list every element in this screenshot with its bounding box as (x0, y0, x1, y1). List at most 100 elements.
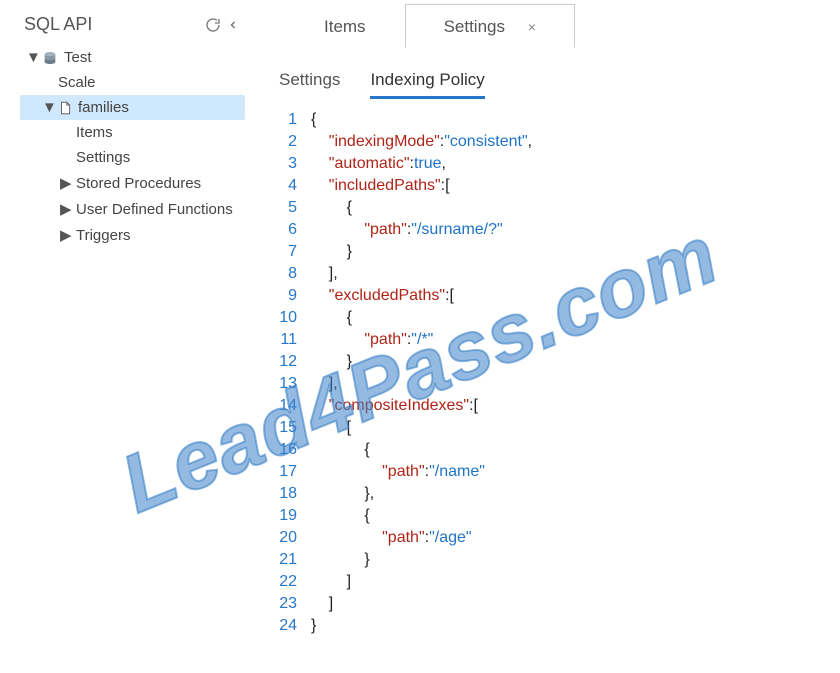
sidebar-header: SQL API (20, 12, 245, 45)
line-content: ], (311, 263, 338, 285)
collapse-icon[interactable] (227, 17, 239, 33)
code-line[interactable]: 17 "path":"/name" (279, 461, 840, 483)
tree-node-udf[interactable]: ▶ User Defined Functions (20, 196, 245, 222)
line-content: { (311, 505, 370, 527)
code-line[interactable]: 18 }, (279, 483, 840, 505)
caret-down-icon[interactable]: ▼ (26, 49, 36, 66)
line-number: 14 (279, 395, 311, 417)
code-line[interactable]: 9 "excludedPaths":[ (279, 285, 840, 307)
subtab-indexing-policy[interactable]: Indexing Policy (370, 70, 484, 99)
editor-tabs: Items Settings × (255, 0, 840, 48)
line-content: ] (311, 593, 333, 615)
line-number: 13 (279, 373, 311, 395)
tree-node-label: Stored Procedures (76, 175, 201, 192)
line-content: ] (311, 571, 351, 593)
line-content: { (311, 197, 352, 219)
line-number: 2 (279, 131, 311, 153)
code-line[interactable]: 11 "path":"/*" (279, 329, 840, 351)
line-content: "path":"/name" (311, 461, 485, 483)
line-number: 7 (279, 241, 311, 263)
tree-node-label: families (78, 99, 129, 116)
subtab-label: Settings (279, 70, 340, 89)
line-number: 23 (279, 593, 311, 615)
line-number: 24 (279, 615, 311, 637)
caret-right-icon[interactable]: ▶ (60, 226, 70, 244)
line-number: 1 (279, 109, 311, 131)
tree-node-database[interactable]: ▼ Test (20, 45, 245, 70)
code-line[interactable]: 12 } (279, 351, 840, 373)
tab-settings[interactable]: Settings × (405, 4, 575, 48)
line-content: "indexingMode":"consistent", (311, 131, 532, 153)
code-line[interactable]: 23 ] (279, 593, 840, 615)
code-line[interactable]: 20 "path":"/age" (279, 527, 840, 549)
settings-subtabs: Settings Indexing Policy (255, 48, 840, 105)
line-number: 21 (279, 549, 311, 571)
tree-node-label: Triggers (76, 227, 130, 244)
code-line[interactable]: 5 { (279, 197, 840, 219)
tree-node-triggers[interactable]: ▶ Triggers (20, 222, 245, 248)
tab-label: Items (324, 17, 366, 36)
tree-node-items[interactable]: Items (20, 120, 245, 145)
line-number: 3 (279, 153, 311, 175)
line-number: 4 (279, 175, 311, 197)
tree-node-label: Scale (58, 74, 96, 91)
code-line[interactable]: 22 ] (279, 571, 840, 593)
caret-right-icon[interactable]: ▶ (60, 200, 70, 218)
line-content: { (311, 439, 370, 461)
tab-items[interactable]: Items (285, 4, 405, 48)
subtab-settings[interactable]: Settings (279, 70, 340, 99)
refresh-icon[interactable] (205, 17, 221, 33)
code-line[interactable]: 21 } (279, 549, 840, 571)
caret-right-icon[interactable]: ▶ (60, 174, 70, 192)
document-icon (58, 100, 72, 116)
code-line[interactable]: 19 { (279, 505, 840, 527)
line-number: 8 (279, 263, 311, 285)
line-number: 22 (279, 571, 311, 593)
close-icon[interactable]: × (528, 19, 536, 35)
code-line[interactable]: 24} (279, 615, 840, 637)
line-number: 12 (279, 351, 311, 373)
line-number: 18 (279, 483, 311, 505)
line-content: } (311, 351, 352, 373)
line-number: 11 (279, 329, 311, 351)
line-content: "path":"/surname/?" (311, 219, 503, 241)
database-icon (42, 50, 58, 66)
code-editor[interactable]: 1{2 "indexingMode":"consistent",3 "autom… (255, 105, 840, 637)
code-line[interactable]: 8 ], (279, 263, 840, 285)
code-line[interactable]: 10 { (279, 307, 840, 329)
line-content: { (311, 307, 352, 329)
line-content: "compositeIndexes":[ (311, 395, 478, 417)
tree: ▼ Test Scale ▼ families Items Settings (20, 45, 245, 248)
main-panel: Items Settings × Settings Indexing Polic… (255, 0, 840, 673)
subtab-label: Indexing Policy (370, 70, 484, 89)
code-line[interactable]: 13 ], (279, 373, 840, 395)
code-line[interactable]: 1{ (279, 109, 840, 131)
tree-node-stored-procedures[interactable]: ▶ Stored Procedures (20, 170, 245, 196)
line-content: "path":"/*" (311, 329, 433, 351)
tree-node-families[interactable]: ▼ families (20, 95, 245, 120)
code-line[interactable]: 2 "indexingMode":"consistent", (279, 131, 840, 153)
tree-node-settings[interactable]: Settings (20, 145, 245, 170)
code-line[interactable]: 15 [ (279, 417, 840, 439)
tab-label: Settings (444, 17, 505, 36)
code-line[interactable]: 16 { (279, 439, 840, 461)
caret-down-icon[interactable]: ▼ (42, 99, 52, 116)
tree-node-label: Items (76, 124, 113, 141)
code-line[interactable]: 6 "path":"/surname/?" (279, 219, 840, 241)
line-number: 15 (279, 417, 311, 439)
line-content: ], (311, 373, 338, 395)
line-number: 20 (279, 527, 311, 549)
code-line[interactable]: 7 } (279, 241, 840, 263)
line-number: 19 (279, 505, 311, 527)
code-line[interactable]: 14 "compositeIndexes":[ (279, 395, 840, 417)
tree-node-scale[interactable]: Scale (20, 70, 245, 95)
sidebar: SQL API ▼ Test Scale ▼ fam (0, 0, 255, 673)
line-number: 9 (279, 285, 311, 307)
line-content: "automatic":true, (311, 153, 446, 175)
line-content: } (311, 241, 352, 263)
code-line[interactable]: 4 "includedPaths":[ (279, 175, 840, 197)
code-line[interactable]: 3 "automatic":true, (279, 153, 840, 175)
tree-node-label: Settings (76, 149, 130, 166)
line-number: 17 (279, 461, 311, 483)
line-content: { (311, 109, 316, 131)
